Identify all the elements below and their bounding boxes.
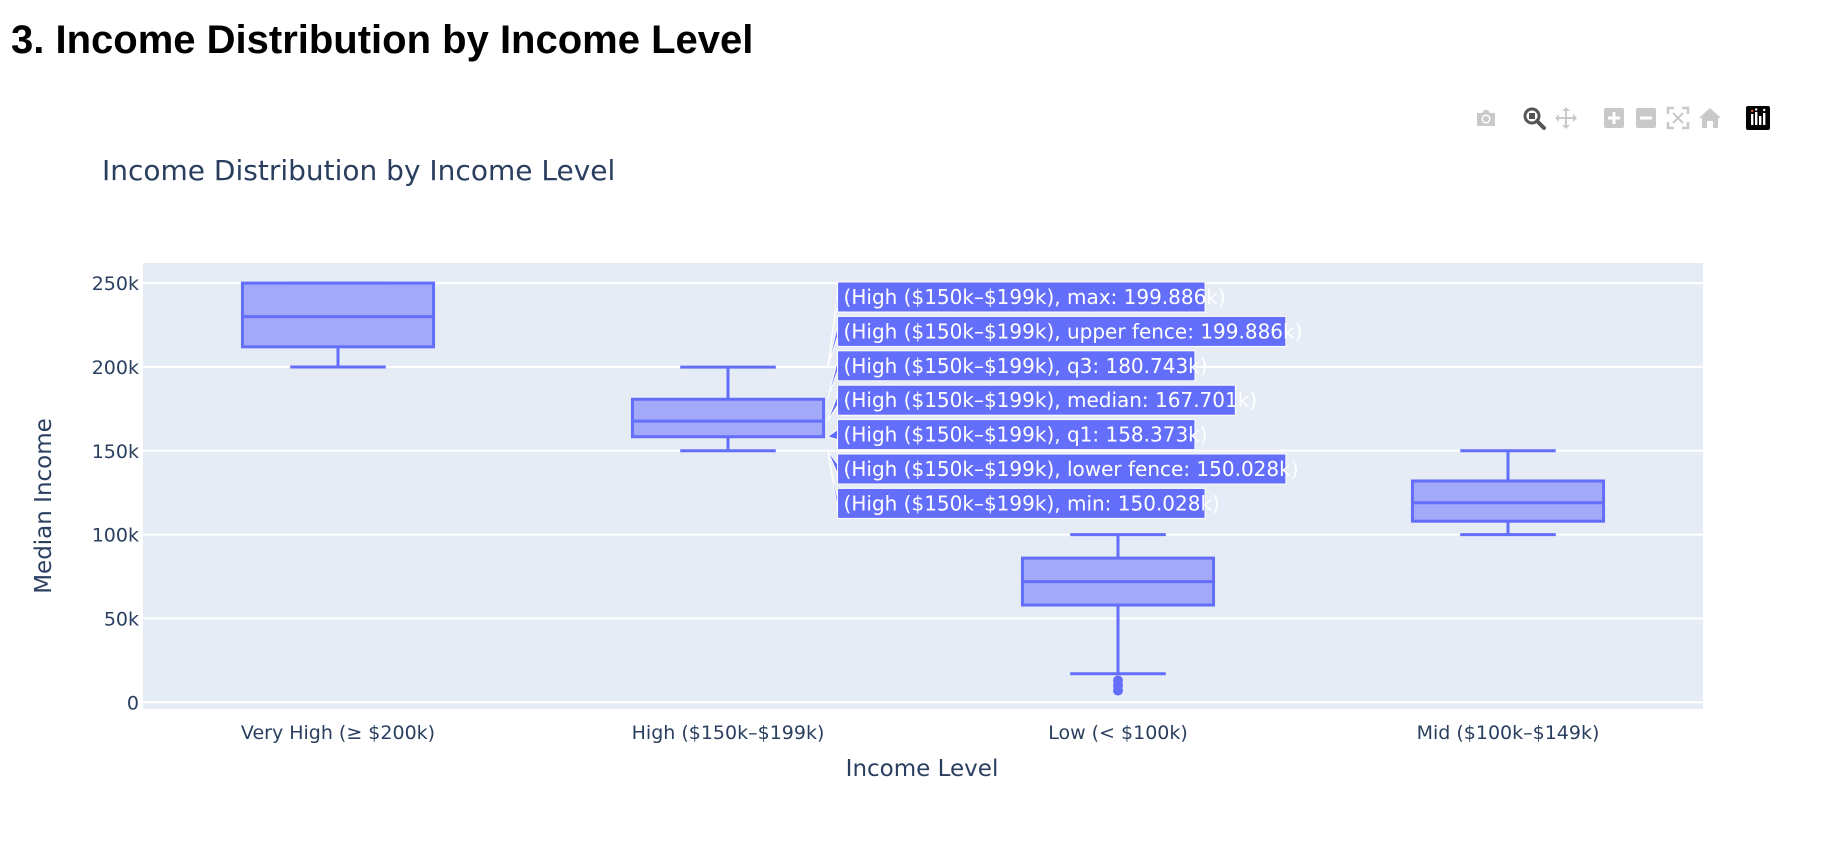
home-button[interactable]	[1694, 102, 1726, 134]
zoom-in-icon	[1604, 108, 1624, 128]
plotly-logo-button[interactable]	[1742, 102, 1774, 134]
hover-label-text: (High ($150k–$199k), q3: 180.743k)	[844, 354, 1208, 378]
hover-label-text: (High ($150k–$199k), q1: 158.373k)	[844, 423, 1208, 447]
zoom-out-icon	[1636, 108, 1656, 128]
pan-button[interactable]	[1550, 102, 1582, 134]
hover-label: (High ($150k–$199k), q1: 158.373k)	[826, 419, 1208, 451]
x-axis-ticks: Very High (≥ $200k) High ($150k–$199k) Low…	[241, 722, 1599, 744]
autoscale-button[interactable]	[1662, 102, 1694, 134]
y-axis-ticks: 0 50k 100k 150k 200k 250k	[92, 273, 139, 714]
y-tick-label: 50k	[104, 608, 139, 630]
hover-label-text: (High ($150k–$199k), upper fence: 199.88…	[844, 319, 1303, 343]
y-tick-label: 0	[127, 692, 139, 714]
zoom-in-button[interactable]	[1598, 102, 1630, 134]
box-iqr	[630, 397, 826, 439]
hover-label-text: (High ($150k–$199k), median: 167.701k)	[844, 388, 1258, 412]
hover-label: (High ($150k–$199k), lower fence: 150.02…	[827, 450, 1299, 485]
pan-icon	[1555, 107, 1577, 129]
page-heading: 3. Income Distribution by Income Level	[11, 18, 754, 62]
x-tick-label: Mid ($100k–$149k)	[1417, 722, 1600, 744]
x-tick-label: Low (< $100k)	[1048, 722, 1188, 744]
plotly-logo-icon	[1746, 106, 1770, 130]
y-tick-label: 250k	[92, 273, 139, 295]
x-tick-label: Very High (≥ $200k)	[241, 722, 435, 744]
box-iqr	[240, 281, 436, 349]
zoom-out-button[interactable]	[1630, 102, 1662, 134]
modebar	[1470, 102, 1774, 134]
zoom-icon	[1523, 107, 1546, 130]
hover-label-text: (High ($150k–$199k), lower fence: 150.02…	[844, 457, 1299, 481]
home-icon	[1699, 108, 1721, 128]
box-plot-chart: Income Distribution by Income Level 0 50k…	[31, 154, 1703, 782]
y-tick-label: 200k	[92, 357, 139, 379]
zoom-button[interactable]	[1518, 102, 1550, 134]
hover-label-text: (High ($150k–$199k), max: 199.886k)	[844, 285, 1226, 309]
camera-icon	[1477, 110, 1495, 126]
y-axis-title: Median Income	[31, 418, 57, 594]
x-tick-label: High ($150k–$199k)	[632, 722, 825, 744]
autoscale-icon	[1666, 106, 1690, 130]
box-iqr	[1410, 479, 1606, 523]
hover-label-text: (High ($150k–$199k), min: 150.028k)	[844, 491, 1220, 515]
outlier-point	[1113, 675, 1123, 686]
y-tick-label: 100k	[92, 525, 139, 547]
chart-title: Income Distribution by Income Level	[102, 154, 615, 187]
hover-labels: (High ($150k–$199k), max: 199.886k) (High…	[826, 281, 1303, 519]
x-axis-title: Income Level	[846, 756, 999, 782]
camera-button[interactable]	[1470, 102, 1502, 134]
y-tick-label: 150k	[92, 441, 139, 463]
